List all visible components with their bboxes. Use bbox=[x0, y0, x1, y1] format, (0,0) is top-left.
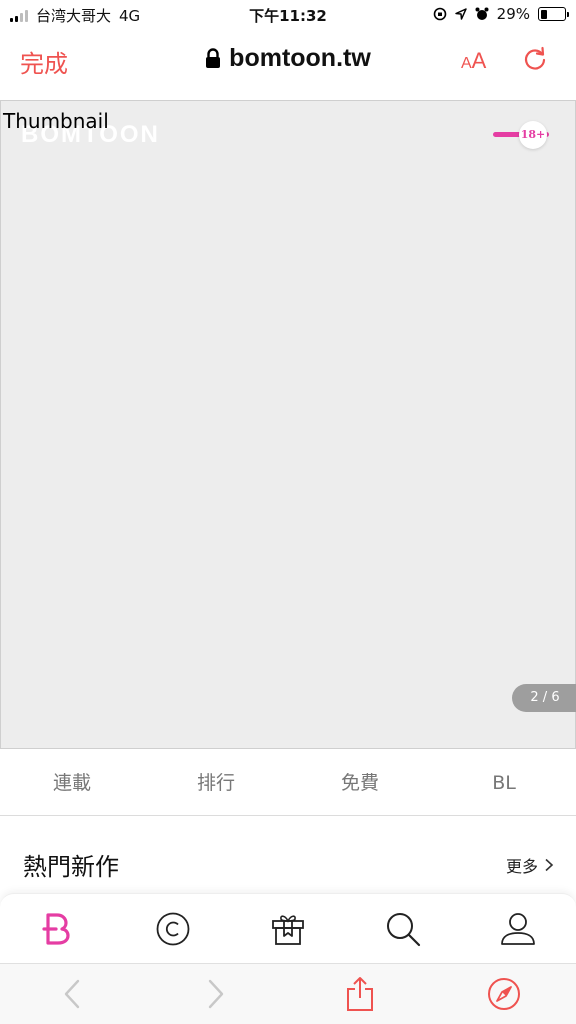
location-icon bbox=[454, 8, 467, 20]
tab-serial[interactable]: 連載 bbox=[0, 750, 144, 815]
more-label: 更多 bbox=[505, 857, 538, 876]
chevron-right-icon bbox=[208, 979, 224, 1009]
lock-icon bbox=[206, 48, 221, 68]
chevron-right-icon bbox=[545, 858, 554, 872]
search-icon bbox=[387, 912, 421, 946]
chevron-left-icon bbox=[64, 979, 80, 1009]
section-title: 熱門新作 bbox=[23, 853, 119, 881]
section-header: 熱門新作 更多 bbox=[0, 835, 576, 890]
share-icon bbox=[347, 977, 373, 1011]
browser-back-button[interactable] bbox=[0, 964, 144, 1024]
adult-content-toggle[interactable]: 18+ bbox=[493, 121, 549, 149]
browser-safari-button[interactable] bbox=[432, 964, 576, 1024]
more-link[interactable]: 更多 bbox=[506, 853, 554, 877]
status-bar-right: 29% bbox=[433, 5, 569, 23]
gift-icon bbox=[272, 914, 304, 945]
user-icon bbox=[501, 912, 536, 945]
url-text: bomtoon.tw bbox=[229, 44, 371, 72]
nav-originals[interactable] bbox=[115, 894, 230, 963]
address-bar[interactable]: bomtoon.tw bbox=[0, 44, 576, 73]
toggle-knob: 18+ bbox=[519, 121, 547, 149]
battery-percentage: 29% bbox=[496, 5, 530, 23]
orientation-lock-icon bbox=[433, 7, 446, 21]
reload-icon[interactable] bbox=[520, 44, 550, 74]
bomtoon-home-icon bbox=[41, 912, 70, 945]
tab-free[interactable]: 免費 bbox=[288, 750, 432, 815]
tab-bl[interactable]: BL bbox=[432, 750, 576, 815]
browser-top-bar: 完成 bomtoon.tw AA bbox=[0, 30, 576, 100]
nav-home[interactable] bbox=[0, 894, 115, 963]
text-size-big-glyph: A bbox=[471, 48, 487, 73]
copyright-icon bbox=[156, 912, 190, 945]
browser-bottom-toolbar bbox=[0, 963, 576, 1024]
app-bottom-nav bbox=[0, 893, 576, 963]
browser-share-button[interactable] bbox=[288, 964, 432, 1024]
alarm-icon bbox=[475, 7, 489, 20]
thumbnail-alt-text: Thumbnail bbox=[3, 109, 109, 133]
text-size-small-glyph: A bbox=[461, 55, 472, 72]
text-size-button[interactable]: AA bbox=[461, 48, 486, 74]
nav-profile[interactable] bbox=[461, 894, 576, 963]
carousel-pager: 2 / 6 bbox=[512, 684, 576, 712]
category-tabs: 連載 排行 免費 BL bbox=[0, 750, 576, 816]
nav-gift[interactable] bbox=[230, 894, 345, 963]
browser-forward-button[interactable] bbox=[144, 964, 288, 1024]
tab-ranking[interactable]: 排行 bbox=[144, 750, 288, 815]
compass-icon bbox=[488, 978, 520, 1010]
banner-carousel[interactable]: BOMTOON Thumbnail 18+ 2 / 6 bbox=[0, 100, 576, 749]
battery-icon bbox=[538, 7, 569, 21]
status-bar: 台湾大哥大 4G 下午11:32 29% bbox=[0, 0, 576, 30]
nav-search[interactable] bbox=[346, 894, 461, 963]
